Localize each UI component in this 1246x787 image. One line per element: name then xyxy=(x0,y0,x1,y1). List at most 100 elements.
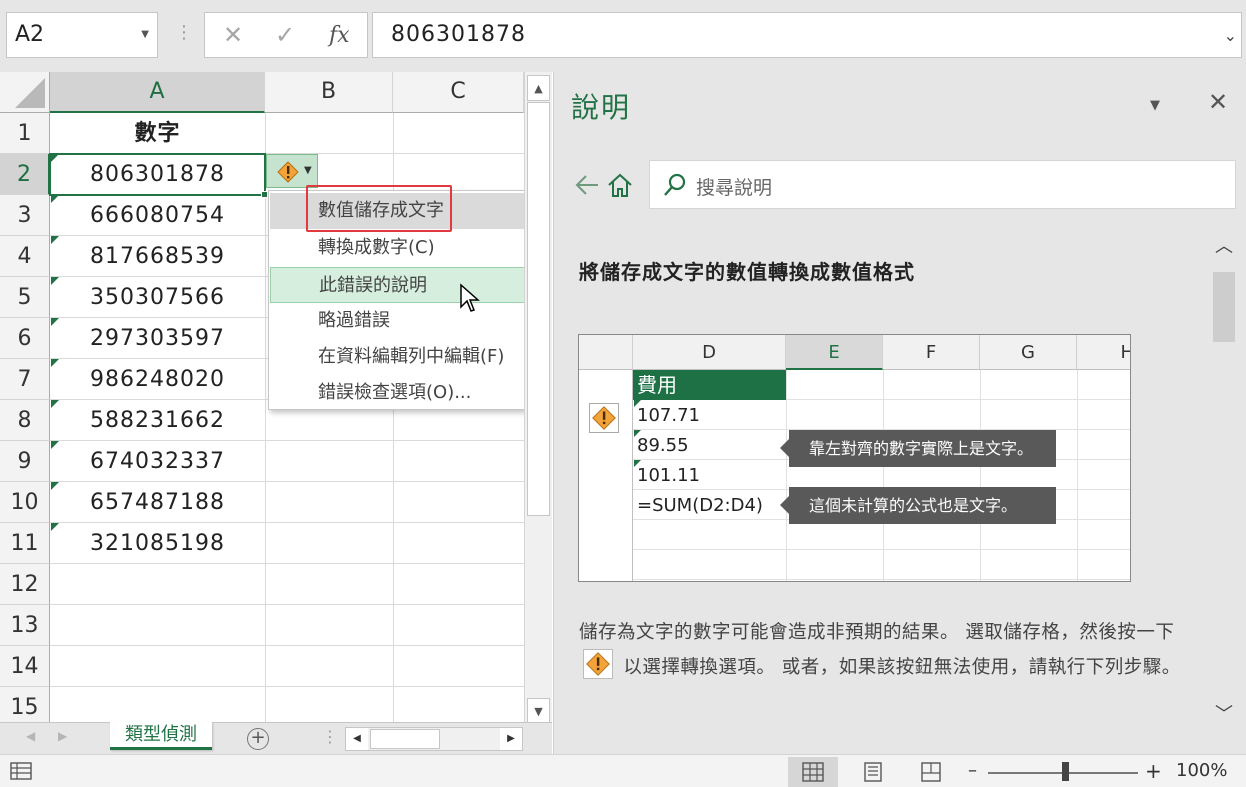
cell-a11[interactable]: 321085198 xyxy=(50,523,265,564)
formula-input[interactable]: 806301878 ⌄ xyxy=(372,12,1242,58)
cell-a4[interactable]: 817668539 xyxy=(50,236,265,277)
row-header-11[interactable]: 11 xyxy=(0,523,50,564)
help-pane: 說明 ▼ ✕ 搜尋說明 將儲存成文字的數值轉換成數值格式 D E F G H xyxy=(553,72,1246,754)
error-indicator xyxy=(634,400,641,407)
cell-mode-icon[interactable] xyxy=(10,762,32,780)
row-header-5[interactable]: 5 xyxy=(0,277,50,318)
help-search-box[interactable]: 搜尋說明 xyxy=(649,160,1236,209)
cell-a10[interactable]: 657487188 xyxy=(50,482,265,523)
row-header-12[interactable]: 12 xyxy=(0,564,50,605)
chevron-down-icon[interactable]: ﹀ xyxy=(1211,700,1237,725)
sheet-tab-bar: ◀ ▶ 類型偵測 + ⋮ ◀ ▶ xyxy=(0,722,552,754)
row-header-7[interactable]: 7 xyxy=(0,359,50,400)
row-header-3[interactable]: 3 xyxy=(0,195,50,236)
menu-item-edit-in-formula-bar[interactable]: 在資料編輯列中編輯(F) xyxy=(270,339,530,375)
vertical-scrollbar[interactable]: ▲ ▼ xyxy=(524,72,552,724)
back-arrow-icon[interactable] xyxy=(574,172,600,198)
scroll-thumb[interactable] xyxy=(527,102,550,516)
zoom-in-button[interactable]: + xyxy=(1145,759,1162,783)
article-paragraph: 儲存為文字的數字可能會造成非預期的結果。 選取儲存格，然後按一下 以選擇轉換選項… xyxy=(579,616,1199,684)
sheet-tab-active[interactable]: 類型偵測 xyxy=(110,722,212,750)
menu-item-convert-to-number[interactable]: 轉換成數字(C) xyxy=(270,230,530,266)
page-layout-view-button[interactable] xyxy=(848,757,898,787)
error-indicator xyxy=(634,460,641,467)
row-header-1[interactable]: 1 xyxy=(0,113,50,154)
pane-scroll-thumb[interactable] xyxy=(1213,272,1235,342)
row-header-10[interactable]: 10 xyxy=(0,482,50,523)
cell-a1[interactable]: 數字 xyxy=(50,113,265,154)
paragraph-text: 儲存為文字的數字可能會造成非預期的結果。 選取儲存格，然後按一下 xyxy=(579,622,1175,643)
grip-icon[interactable]: ⋮ xyxy=(322,727,338,746)
row-header-4[interactable]: 4 xyxy=(0,236,50,277)
row-header-9[interactable]: 9 xyxy=(0,441,50,482)
example-cell: 89.55 xyxy=(637,435,689,456)
chevron-down-icon[interactable]: ▼ xyxy=(141,29,149,40)
column-header-a[interactable]: A xyxy=(50,72,265,113)
next-sheet-icon[interactable]: ▶ xyxy=(58,729,67,743)
menu-item-ignore-error[interactable]: 略過錯誤 xyxy=(270,303,530,339)
scroll-up-button[interactable]: ▲ xyxy=(527,75,550,101)
row-header-15[interactable]: 15 xyxy=(0,687,50,722)
horizontal-scrollbar[interactable]: ◀ ▶ xyxy=(345,727,523,751)
row-header-8[interactable]: 8 xyxy=(0,400,50,441)
close-pane-button[interactable]: ✕ xyxy=(1208,88,1228,116)
cell-a9[interactable]: 674032337 xyxy=(50,441,265,482)
zoom-thumb[interactable] xyxy=(1062,762,1069,781)
pane-options-icon[interactable]: ▼ xyxy=(1150,98,1160,113)
menu-item-help-on-error[interactable]: 此錯誤的說明 xyxy=(270,267,530,303)
zoom-slider[interactable]: – + xyxy=(968,759,1162,783)
warning-icon xyxy=(589,403,619,433)
name-box[interactable]: A2 ▼ xyxy=(6,12,158,58)
home-icon[interactable] xyxy=(606,171,634,199)
insert-function-button[interactable]: fx xyxy=(329,23,350,48)
cell-a6[interactable]: 297303597 xyxy=(50,318,265,359)
error-indicator xyxy=(51,441,59,449)
select-all-button[interactable] xyxy=(0,72,50,113)
fill-handle[interactable] xyxy=(261,191,268,198)
error-indicator xyxy=(51,195,59,203)
scroll-down-button[interactable]: ▼ xyxy=(527,698,550,724)
scroll-left-button[interactable]: ◀ xyxy=(346,728,368,750)
chevron-up-icon[interactable]: ︿ xyxy=(1211,232,1237,257)
search-placeholder: 搜尋說明 xyxy=(696,177,773,199)
pane-title: 說明 xyxy=(571,91,632,124)
formula-value: 806301878 xyxy=(391,22,526,47)
zoom-out-button[interactable]: – xyxy=(968,760,977,781)
example-screenshot: D E F G H 費用 107.71 89.55 xyxy=(578,334,1131,582)
error-indicator xyxy=(51,359,59,367)
row-header-2[interactable]: 2 xyxy=(0,154,50,195)
cell-a5[interactable]: 350307566 xyxy=(50,277,265,318)
warning-icon xyxy=(583,649,613,679)
zoom-level[interactable]: 100% xyxy=(1176,760,1227,781)
error-indicator xyxy=(51,236,59,244)
row-header-6[interactable]: 6 xyxy=(0,318,50,359)
cell-a3[interactable]: 666080754 xyxy=(50,195,265,236)
excel-window: A2 ▼ ⋮ ✕ ✓ fx 806301878 ⌄ A B C 1 2 3 4 … xyxy=(0,0,1246,787)
page-break-view-button[interactable] xyxy=(906,757,956,787)
example-cell: =SUM(D2:D4) xyxy=(637,495,763,516)
horizontal-scroll-thumb[interactable] xyxy=(370,729,440,749)
cancel-icon[interactable]: ✕ xyxy=(223,21,243,49)
pane-scrollbar[interactable]: ︿ ﹀ xyxy=(1211,222,1237,752)
search-icon xyxy=(664,173,686,196)
row-header-13[interactable]: 13 xyxy=(0,605,50,646)
example-corner xyxy=(579,335,633,370)
menu-item-error-checking-options[interactable]: 錯誤檢查選項(O)... xyxy=(270,375,530,411)
grip-icon[interactable]: ⋮ xyxy=(175,22,193,43)
expand-formula-icon[interactable]: ⌄ xyxy=(1224,26,1237,45)
row-header-14[interactable]: 14 xyxy=(0,646,50,687)
cell-a8[interactable]: 588231662 xyxy=(50,400,265,441)
column-header-c[interactable]: C xyxy=(393,72,524,113)
formula-tools: ✕ ✓ fx xyxy=(204,12,368,58)
prev-sheet-icon[interactable]: ◀ xyxy=(26,729,35,743)
add-sheet-button[interactable]: + xyxy=(247,728,269,750)
error-options-button[interactable]: ▼ xyxy=(266,154,318,188)
cell-a7[interactable]: 986248020 xyxy=(50,359,265,400)
enter-icon[interactable]: ✓ xyxy=(275,21,295,49)
scroll-right-button[interactable]: ▶ xyxy=(500,728,522,750)
callout-left-aligned: 靠左對齊的數字實際上是文字。 xyxy=(780,430,1056,467)
normal-view-button[interactable] xyxy=(788,757,838,787)
error-indicator xyxy=(634,430,641,437)
example-col-d: D xyxy=(633,335,786,370)
column-header-b[interactable]: B xyxy=(265,72,393,113)
